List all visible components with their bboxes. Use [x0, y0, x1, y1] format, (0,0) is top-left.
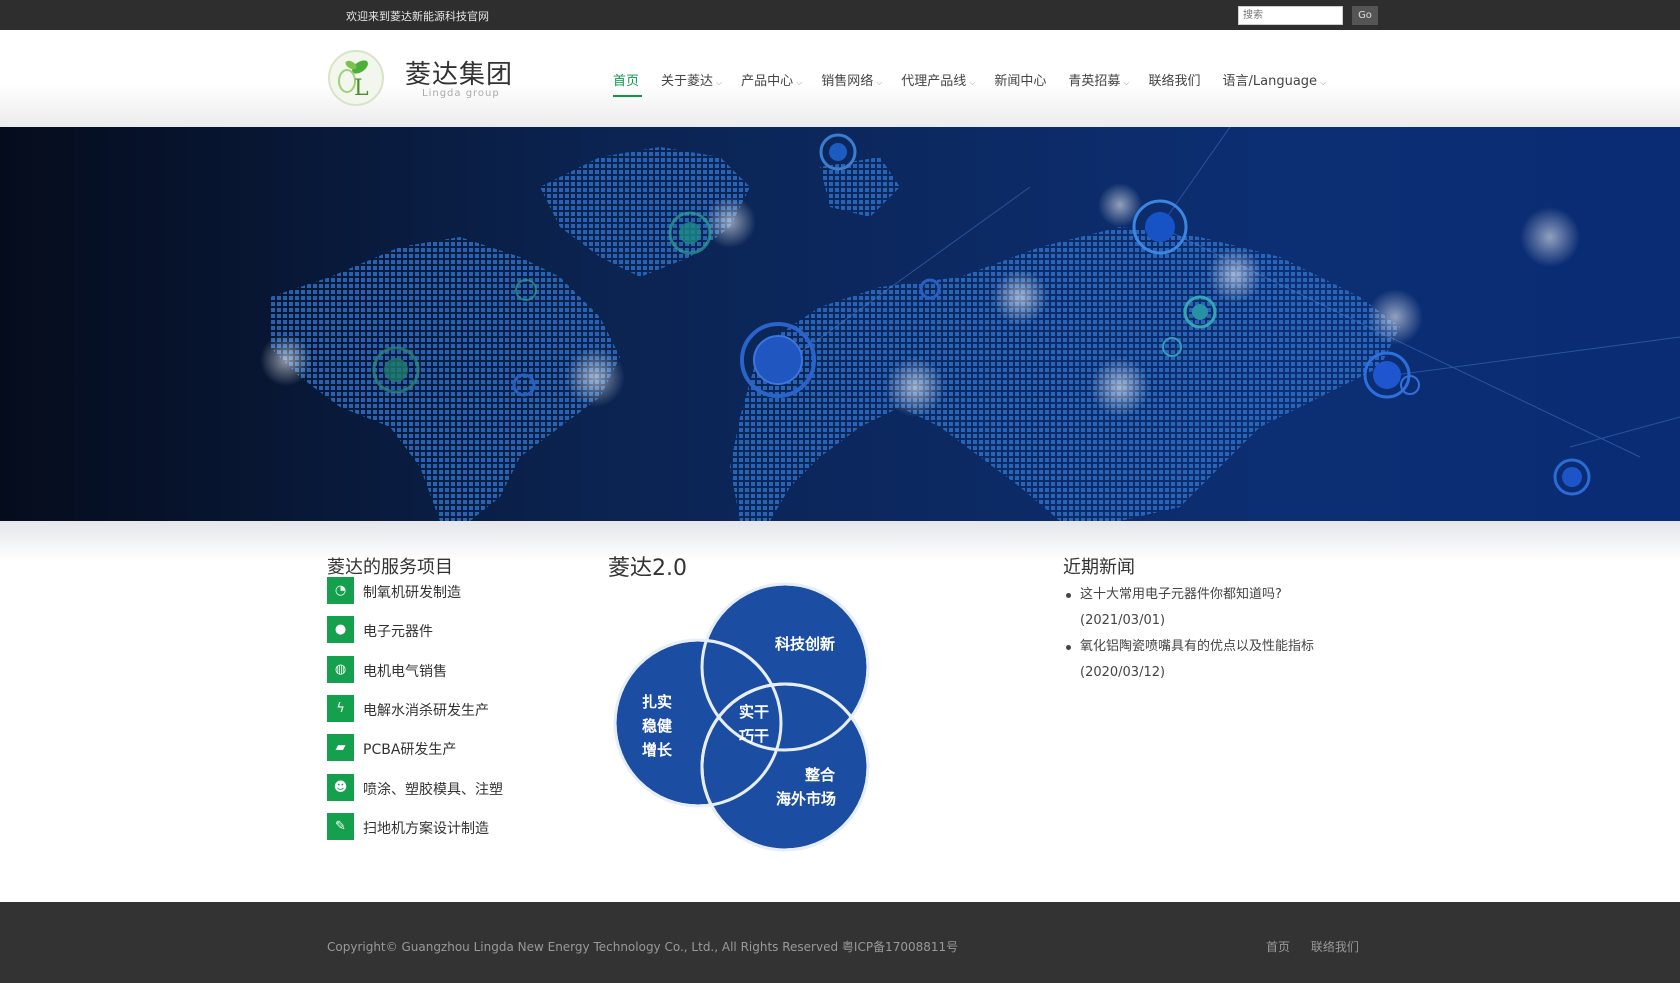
footer-link-contact[interactable]: 联络我们	[1311, 940, 1359, 954]
nav-item-recruit[interactable]: 青英招募 ⌵	[1068, 70, 1129, 89]
banner-fade	[0, 521, 1680, 561]
service-label[interactable]: PCBA研发生产	[363, 739, 456, 759]
search-go-button[interactable]: Go	[1352, 6, 1378, 25]
service-item-pcba[interactable]: ▰ PCBA研发生产	[327, 734, 547, 761]
chevron-down-icon: ⌵	[876, 78, 883, 87]
brand-subtitle: Lingda group	[422, 88, 500, 99]
services-title: 菱达的服务项目	[327, 557, 453, 578]
comment-icon: ●	[327, 616, 354, 643]
logo-letter: L	[354, 76, 369, 101]
footer-link-home[interactable]: 首页	[1266, 940, 1290, 954]
news-title: 近期新闻	[1063, 557, 1135, 578]
service-label[interactable]: 电机电气销售	[363, 661, 447, 681]
chevron-down-icon: ⌵	[796, 78, 803, 87]
venn-center-label-1: 实干	[739, 703, 769, 721]
truck-icon: ▰	[327, 734, 354, 761]
search-input[interactable]	[1238, 6, 1343, 25]
nav-item-about[interactable]: 关于菱达 ⌵	[661, 70, 722, 89]
nav-item-language[interactable]: 语言/Language ⌵	[1223, 70, 1327, 89]
service-item-oxygen[interactable]: ◔ 制氧机研发制造	[327, 577, 547, 604]
nav-item-sales-network[interactable]: 销售网络 ⌵	[821, 70, 882, 89]
pie-chart-icon: ◔	[327, 577, 354, 604]
top-bar: 欢迎来到菱达新能源科技官网 Go	[0, 0, 1680, 30]
users-icon: ☻	[327, 774, 354, 801]
service-label[interactable]: 扫地机方案设计制造	[363, 818, 489, 838]
nav-item-contact[interactable]: 联络我们	[1149, 70, 1204, 89]
news-date: (2020/03/12)	[1080, 665, 1166, 680]
news-headline[interactable]: 这十大常用电子元器件你都知道吗?	[1080, 582, 1343, 608]
brand-name[interactable]: 菱达集团	[405, 54, 513, 91]
news-date: (2021/03/01)	[1080, 613, 1166, 628]
venn-left-label-3: 增长	[642, 741, 673, 759]
nav-item-news[interactable]: 新闻中心	[994, 70, 1049, 89]
chevron-down-icon: ⌵	[969, 78, 976, 87]
service-item-electronics[interactable]: ● 电子元器件	[327, 616, 547, 643]
news-list: 这十大常用电子元器件你都知道吗? (2021/03/01) 氧化铝陶瓷喷嘴具有的…	[1063, 582, 1343, 686]
hero-banner	[0, 127, 1680, 521]
copyright-text: Copyright© Guangzhou Lingda New Energy T…	[327, 940, 959, 954]
service-item-electrolysis[interactable]: ϟ 电解水消杀研发生产	[327, 695, 547, 722]
service-label[interactable]: 制氧机研发制造	[363, 582, 461, 602]
venn-bottom-label-2: 海外市场	[776, 790, 836, 808]
venn-center-label-2: 巧干	[739, 727, 769, 745]
news-item[interactable]: 这十大常用电子元器件你都知道吗? (2021/03/01)	[1063, 582, 1343, 634]
chevron-down-icon: ⌵	[1123, 78, 1130, 87]
service-item-motor[interactable]: ◍ 电机电气销售	[327, 656, 547, 683]
nav-item-agency-lines[interactable]: 代理产品线 ⌵	[901, 70, 975, 89]
service-item-molding[interactable]: ☻ 喷涂、塑胶模具、注塑	[327, 774, 547, 801]
bolt-icon: ϟ	[327, 695, 354, 722]
lingda-logo-icon[interactable]: L	[327, 49, 385, 107]
edit-icon: ✎	[327, 813, 354, 840]
nav-item-products[interactable]: 产品中心 ⌵	[741, 70, 802, 89]
venn-left-label-1: 扎实	[642, 693, 672, 711]
news-headline[interactable]: 氧化铝陶瓷喷嘴具有的优点以及性能指标	[1080, 634, 1343, 660]
service-item-robot-vacuum[interactable]: ✎ 扫地机方案设计制造	[327, 813, 547, 840]
world-map-banner-image	[0, 127, 1680, 521]
nav-item-home[interactable]: 首页	[613, 70, 643, 97]
site-footer: Copyright© Guangzhou Lingda New Energy T…	[0, 902, 1680, 983]
footer-links: 首页 联络我们	[1266, 938, 1376, 955]
news-item[interactable]: 氧化铝陶瓷喷嘴具有的优点以及性能指标 (2020/03/12)	[1063, 634, 1343, 686]
service-label[interactable]: 电子元器件	[363, 621, 433, 641]
venn-top-label: 科技创新	[775, 635, 835, 653]
welcome-text: 欢迎来到菱达新能源科技官网	[346, 10, 489, 23]
main-nav: 首页 关于菱达 ⌵ 产品中心 ⌵ 销售网络 ⌵ 代理产品线 ⌵ 新闻中心 青英招募 ⌵ 联…	[613, 70, 1345, 97]
chevron-down-icon: ⌵	[1320, 78, 1327, 87]
lingda2-title: 菱达2.0	[608, 556, 687, 581]
lingda2-venn-diagram: 科技创新 扎实 稳健 增长 实干 巧干 整合 海外市场	[613, 582, 870, 852]
venn-left-label-2: 稳健	[642, 717, 672, 735]
chevron-down-icon: ⌵	[716, 78, 723, 87]
venn-bottom-label-1: 整合	[805, 766, 836, 784]
service-label[interactable]: 电解水消杀研发生产	[363, 700, 489, 720]
service-label[interactable]: 喷涂、塑胶模具、注塑	[363, 779, 503, 799]
comments-icon: ◍	[327, 656, 354, 683]
